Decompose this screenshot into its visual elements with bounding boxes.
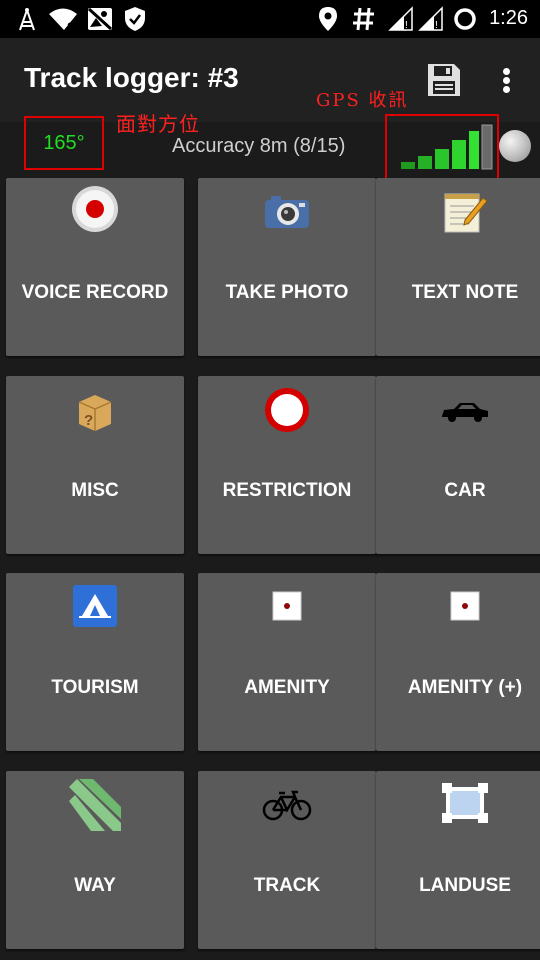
cell-signal-1-icon: ! <box>388 6 413 31</box>
tile-car[interactable]: CAR <box>376 376 540 554</box>
signal-bar <box>452 140 466 169</box>
tile-restriction[interactable]: RESTRICTION <box>198 376 376 554</box>
tile-label: RESTRICTION <box>222 480 352 501</box>
landuse-icon <box>442 783 488 823</box>
signal-bar <box>435 149 449 169</box>
tile-label: AMENITY <box>244 677 330 698</box>
shield-check-icon <box>125 7 145 31</box>
signal-tower-icon <box>19 8 35 31</box>
tile-label: TRACK <box>253 875 321 896</box>
app-title: Track logger: #3 <box>24 62 239 93</box>
tent-icon <box>73 585 117 627</box>
no-image-icon <box>87 7 113 31</box>
accuracy-text: Accuracy 8m (8/15) <box>172 135 346 157</box>
notepad-icon <box>444 193 488 233</box>
tile-take-photo[interactable]: TAKE PHOTO <box>198 178 376 356</box>
gps-status-indicator <box>499 130 531 162</box>
box-question-icon: ? <box>78 395 112 431</box>
location-pin-icon <box>319 7 337 31</box>
save-icon <box>428 64 460 96</box>
bearing-annotation: 面對方位 <box>116 112 200 136</box>
way-icon <box>69 779 121 831</box>
wifi-no-internet-icon: ? <box>49 8 77 32</box>
tile-amenity-plus[interactable]: AMENITY (+) <box>376 573 540 751</box>
signal-bar <box>469 131 479 169</box>
record-icon <box>72 186 118 232</box>
bearing-highlight: 165° <box>24 116 104 170</box>
tile-way[interactable]: WAY <box>6 771 184 949</box>
tile-label: TAKE PHOTO <box>225 282 349 303</box>
tile-misc[interactable]: ? MISC <box>6 376 184 554</box>
signal-bar <box>401 162 415 169</box>
save-button[interactable] <box>424 60 464 100</box>
tile-label: MISC <box>71 480 119 501</box>
gps-annotation: GPS 收訊 <box>316 90 409 111</box>
amenity-plus-icon <box>450 591 480 621</box>
bearing-value: 165° <box>43 132 85 154</box>
svg-text:!: ! <box>405 20 408 31</box>
screen: ? ! ! 1:26 Track logger: #3 165° 面對方位 Ac… <box>0 0 540 960</box>
signal-bar <box>481 124 493 170</box>
signal-bar <box>418 156 432 169</box>
tile-amenity[interactable]: AMENITY <box>198 573 376 751</box>
gps-signal-highlight <box>385 114 499 182</box>
hash-icon <box>353 7 374 31</box>
status-bar: ? ! ! 1:26 <box>0 0 540 38</box>
tile-track[interactable]: TRACK <box>198 771 376 949</box>
overflow-menu-button[interactable] <box>494 60 520 100</box>
camera-icon <box>265 196 309 228</box>
tile-tourism[interactable]: TOURISM <box>6 573 184 751</box>
tag-grid: VOICE RECORD TAKE PHOTO TEXT NOTE ? MISC… <box>0 178 540 960</box>
no-entry-icon <box>265 388 309 432</box>
info-row: 165° 面對方位 Accuracy 8m (8/15) GPS 收訊 <box>0 90 540 182</box>
cell-signal-2-icon: ! <box>418 6 443 31</box>
app-bar: Track logger: #3 <box>0 38 540 122</box>
tile-label: LANDUSE <box>419 875 511 896</box>
bicycle-icon <box>262 790 312 821</box>
tile-label: TOURISM <box>51 677 139 698</box>
status-time: 1:26 <box>489 7 528 29</box>
tile-label: TEXT NOTE <box>411 282 519 303</box>
svg-text:?: ? <box>84 412 93 429</box>
car-icon <box>442 403 488 422</box>
tile-label: VOICE RECORD <box>21 282 169 303</box>
tile-label: CAR <box>444 480 486 501</box>
tile-label: AMENITY (+) <box>407 677 523 698</box>
tile-text-note[interactable]: TEXT NOTE <box>376 178 540 356</box>
tile-landuse[interactable]: LANDUSE <box>376 771 540 949</box>
svg-text:?: ? <box>67 20 74 32</box>
tile-label: WAY <box>74 875 116 896</box>
tile-voice-record[interactable]: VOICE RECORD <box>6 178 184 356</box>
loading-ring-icon <box>454 8 476 30</box>
svg-text:!: ! <box>435 20 438 31</box>
gps-signal-bars <box>401 124 493 170</box>
amenity-icon <box>272 591 302 621</box>
